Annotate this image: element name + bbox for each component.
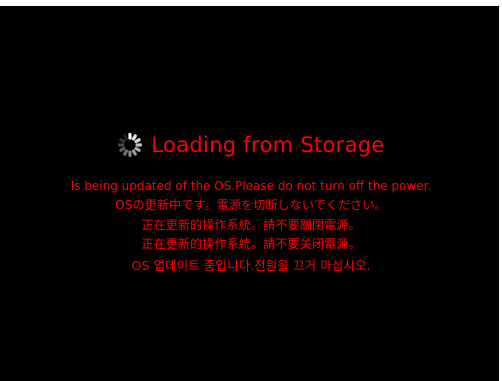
update-message-english: Is being updated of the OS.Please do not… — [70, 179, 432, 193]
loading-header: Loading from Storage — [0, 128, 502, 162]
top-border — [0, 0, 502, 6]
loading-title: Loading from Storage — [151, 132, 385, 157]
update-message-chinese-traditional: 正在更新的操作系統。請不要關閉電源。 — [141, 218, 361, 232]
update-message-chinese-simplified: 正在更新的操作系統。請不要关闭電源。 — [141, 237, 361, 251]
update-message-japanese: OSの更新中です。電源を切断しないでください。 — [115, 198, 387, 212]
os-update-screen: Loading from Storage Is being updated of… — [0, 0, 502, 381]
update-message-korean: OS 업데이트 중입니다.전원을 끄거 마십시오. — [131, 258, 371, 273]
loading-spinner-icon — [117, 132, 143, 158]
